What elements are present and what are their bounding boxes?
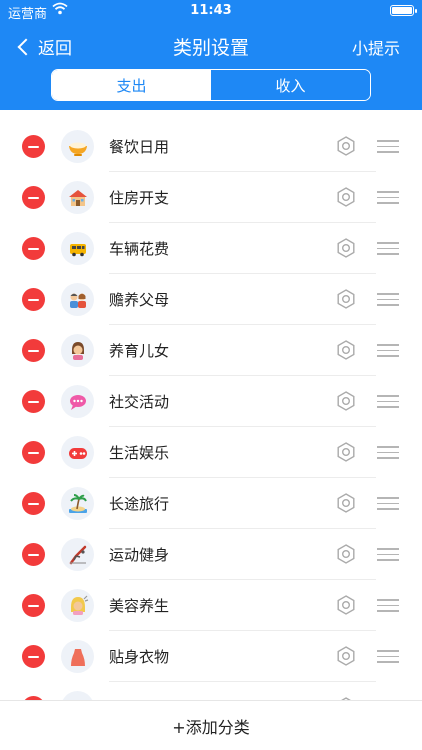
category-row: 美容养生 <box>0 580 422 631</box>
rice-bowl-icon <box>61 130 94 163</box>
settings-icon[interactable] <box>336 340 356 360</box>
category-row <box>0 682 422 700</box>
drag-handle-icon[interactable] <box>377 446 399 459</box>
settings-icon[interactable] <box>336 136 356 156</box>
drag-handle-icon[interactable] <box>377 293 399 306</box>
delete-button[interactable] <box>22 492 45 515</box>
drag-handle-icon[interactable] <box>377 242 399 255</box>
tab-income[interactable]: 收入 <box>211 70 370 100</box>
partial-icon <box>61 691 94 700</box>
category-label: 养育儿女 <box>109 342 170 360</box>
chat-bubble-icon <box>61 385 94 418</box>
category-label: 餐饮日用 <box>109 138 170 156</box>
delete-button[interactable] <box>22 237 45 260</box>
nav-bar: 返回 类别设置 小提示 支出 收入 <box>0 22 422 110</box>
settings-icon[interactable] <box>336 493 356 513</box>
type-segmented-control: 支出 收入 <box>51 69 371 101</box>
category-row: 生活娱乐 <box>0 427 422 478</box>
drag-handle-icon[interactable] <box>377 599 399 612</box>
category-row: 运动健身 <box>0 529 422 580</box>
category-row: 住房开支 <box>0 172 422 223</box>
category-list: 餐饮日用 住房开支 车辆花费 赡养父母 养育儿女 社交活动 生活娱乐 长途旅行 … <box>0 110 422 700</box>
delete-button[interactable] <box>22 594 45 617</box>
drag-handle-icon[interactable] <box>377 191 399 204</box>
category-label: 车辆花费 <box>109 240 170 258</box>
island-icon <box>61 487 94 520</box>
drag-handle-icon[interactable] <box>377 497 399 510</box>
settings-icon[interactable] <box>336 595 356 615</box>
category-label: 美容养生 <box>109 597 170 615</box>
drag-handle-icon[interactable] <box>377 548 399 561</box>
category-label: 生活娱乐 <box>109 444 170 462</box>
beauty-icon <box>61 589 94 622</box>
bus-icon <box>61 232 94 265</box>
house-icon <box>61 181 94 214</box>
tab-expense[interactable]: 支出 <box>52 70 211 100</box>
category-row: 餐饮日用 <box>0 121 422 172</box>
settings-icon[interactable] <box>336 391 356 411</box>
parents-icon <box>61 283 94 316</box>
category-row: 贴身衣物 <box>0 631 422 682</box>
fitness-icon <box>61 538 94 571</box>
delete-button[interactable] <box>22 135 45 158</box>
category-row: 车辆花费 <box>0 223 422 274</box>
settings-icon[interactable] <box>336 238 356 258</box>
status-time: 11:43 <box>190 3 232 18</box>
drag-handle-icon[interactable] <box>377 395 399 408</box>
delete-button[interactable] <box>22 390 45 413</box>
category-label: 长途旅行 <box>109 495 170 513</box>
category-row: 养育儿女 <box>0 325 422 376</box>
clothing-icon <box>61 640 94 673</box>
category-label: 贴身衣物 <box>109 648 170 666</box>
settings-icon[interactable] <box>336 289 356 309</box>
delete-button[interactable] <box>22 339 45 362</box>
category-label: 社交活动 <box>109 393 170 411</box>
settings-icon[interactable] <box>336 544 356 564</box>
category-label: 住房开支 <box>109 189 170 207</box>
battery-icon <box>390 5 417 16</box>
add-category-button[interactable]: +添加分类 <box>0 700 422 750</box>
status-bar: 运营商 11:43 <box>0 0 422 22</box>
hint-button[interactable]: 小提示 <box>352 35 400 59</box>
settings-icon[interactable] <box>336 646 356 666</box>
delete-button[interactable] <box>22 543 45 566</box>
category-label: 赡养父母 <box>109 291 170 309</box>
settings-icon[interactable] <box>336 442 356 462</box>
category-row: 长途旅行 <box>0 478 422 529</box>
settings-icon[interactable] <box>336 187 356 207</box>
drag-handle-icon[interactable] <box>377 140 399 153</box>
category-row: 赡养父母 <box>0 274 422 325</box>
gamepad-icon <box>61 436 94 469</box>
category-row: 社交活动 <box>0 376 422 427</box>
delete-button[interactable] <box>22 645 45 668</box>
drag-handle-icon[interactable] <box>377 650 399 663</box>
delete-button[interactable] <box>22 288 45 311</box>
child-icon <box>61 334 94 367</box>
category-label: 运动健身 <box>109 546 170 564</box>
drag-handle-icon[interactable] <box>377 344 399 357</box>
delete-button[interactable] <box>22 441 45 464</box>
delete-button[interactable] <box>22 186 45 209</box>
